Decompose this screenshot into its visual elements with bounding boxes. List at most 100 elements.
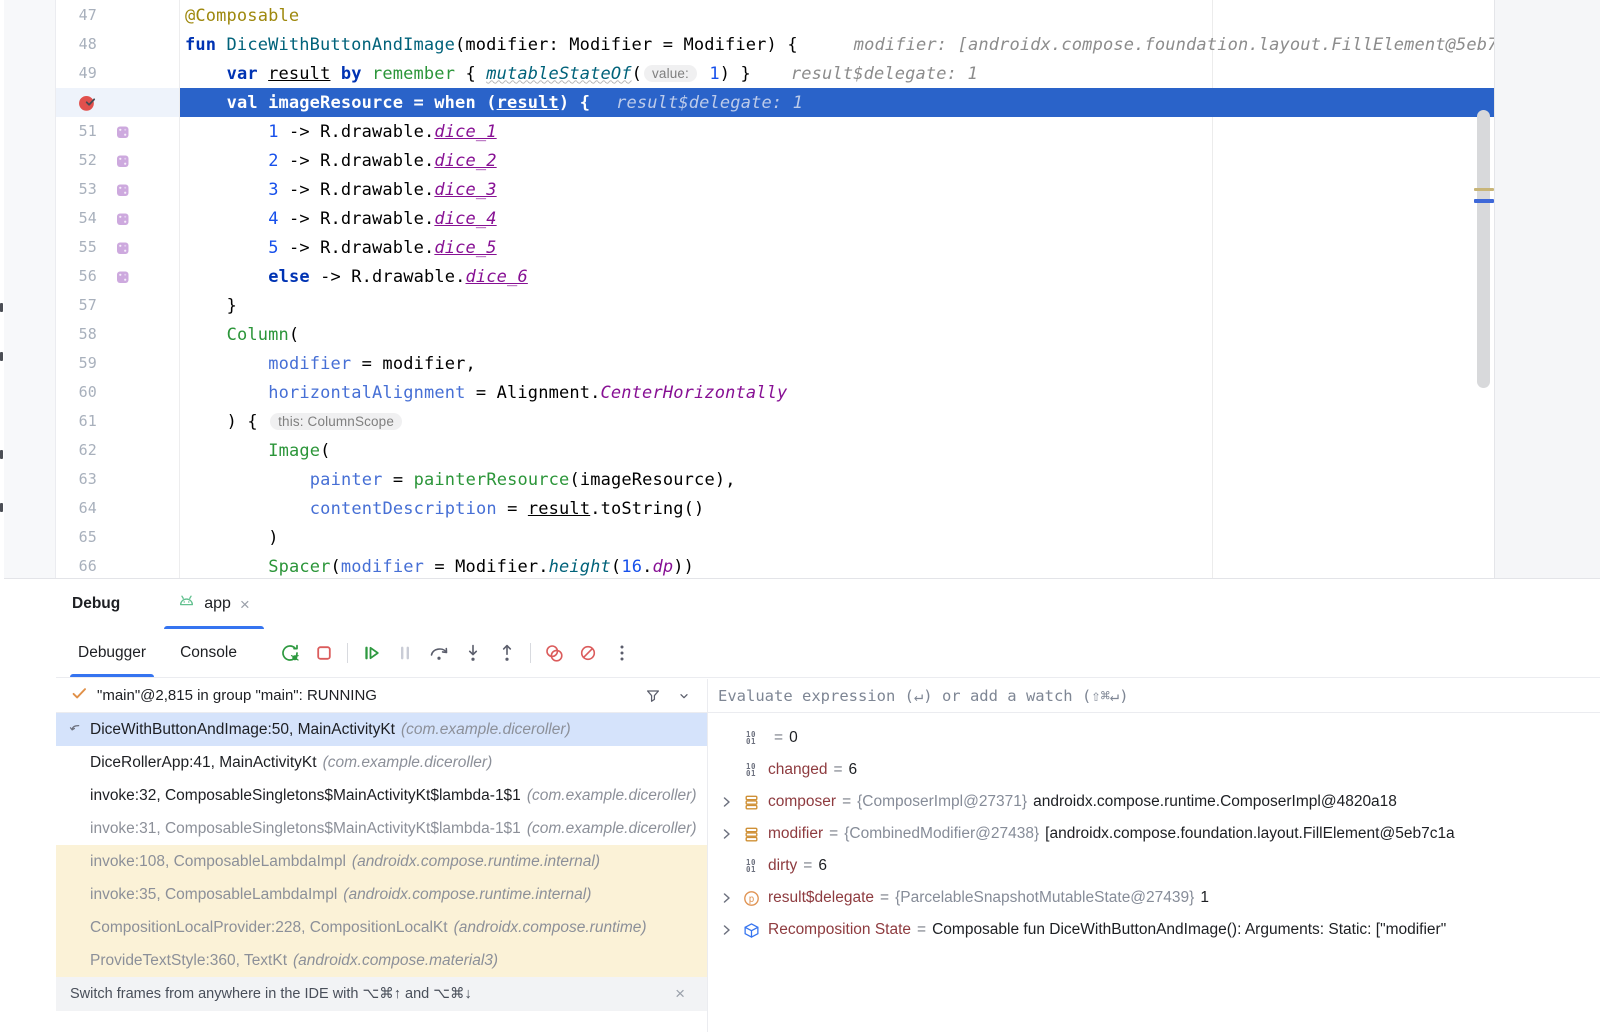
code-text[interactable]: Spacer(modifier = Modifier.height(16.dp)…: [180, 552, 1494, 578]
code-text[interactable]: var result by remember { mutableStateOf(…: [180, 59, 1494, 88]
stack-variable-icon: [742, 793, 760, 811]
code-text[interactable]: painter = painterResource(imageResource)…: [180, 465, 1494, 494]
code-token: -> R.drawable.: [279, 180, 435, 200]
code-token: Spacer: [268, 557, 330, 577]
stack-frame-row[interactable]: invoke:32, ComposableSingletons$MainActi…: [56, 779, 707, 812]
code-text[interactable]: contentDescription = result.toString(): [180, 494, 1494, 523]
tab-debugger[interactable]: Debugger: [70, 629, 154, 677]
session-tab-app[interactable]: app ×: [164, 579, 264, 629]
resume-button[interactable]: [358, 640, 384, 666]
variable-value: androidx.compose.runtime.ComposerImpl@48…: [1033, 793, 1397, 811]
code-token: (: [289, 325, 299, 345]
primitive-variable-icon: 1001: [742, 729, 760, 747]
frames-pane: "main"@2,815 in group "main": RUNNING Di…: [56, 679, 708, 1032]
chevron-down-icon[interactable]: [675, 687, 693, 705]
variable-row[interactable]: modifier={CombinedModifier@27438}[androi…: [708, 818, 1600, 850]
code-text[interactable]: fun DiceWithButtonAndImage(modifier: Mod…: [180, 30, 1494, 59]
expand-chevron-icon[interactable]: [718, 922, 734, 938]
code-text[interactable]: }: [180, 291, 1494, 320]
variable-row[interactable]: 1001changed=6: [708, 754, 1600, 786]
window-left-edge: [0, 0, 4, 1032]
variable-row[interactable]: composer={ComposerImpl@27371}androidx.co…: [708, 786, 1600, 818]
code-text[interactable]: 3 -> R.drawable.dice_3: [180, 175, 1494, 204]
equals-sign: =: [874, 889, 895, 907]
step-out-button[interactable]: [494, 640, 520, 666]
code-text[interactable]: @Composable: [180, 1, 1494, 30]
step-into-button[interactable]: [460, 640, 486, 666]
close-icon[interactable]: ×: [675, 984, 693, 1004]
frame-package: (androidx.compose.material3): [293, 952, 498, 970]
code-text[interactable]: Column(: [180, 320, 1494, 349]
line-number: 54: [56, 204, 97, 233]
code-text[interactable]: else -> R.drawable.dice_6: [180, 262, 1494, 291]
state-variable-icon: [742, 921, 760, 939]
code-editor[interactable]: 47@Composable48fun DiceWithButtonAndImag…: [56, 0, 1494, 578]
stop-button[interactable]: [311, 640, 337, 666]
banner-text: Switch frames from anywhere in the IDE w…: [70, 986, 472, 1002]
code-token: = modifier,: [351, 354, 476, 374]
code-text[interactable]: 1 -> R.drawable.dice_1: [180, 117, 1494, 146]
variable-row[interactable]: 1001=0: [708, 722, 1600, 754]
frame-package: (com.example.diceroller): [401, 721, 571, 739]
code-text[interactable]: 2 -> R.drawable.dice_2: [180, 146, 1494, 175]
mute-breakpoints-button[interactable]: [575, 640, 601, 666]
pause-button[interactable]: [392, 640, 418, 666]
dice-drawable-icon[interactable]: [115, 211, 131, 227]
step-over-button[interactable]: [426, 640, 452, 666]
expand-chevron-icon[interactable]: [718, 890, 734, 906]
code-token: result: [497, 93, 559, 113]
debug-window-title: Debug: [72, 595, 120, 613]
expand-chevron-icon[interactable]: [718, 826, 734, 842]
variable-ref: {CombinedModifier@27438}: [844, 825, 1039, 843]
stack-frame-row[interactable]: DiceWithButtonAndImage:50, MainActivityK…: [56, 713, 707, 746]
stack-frame-row[interactable]: invoke:108, ComposableLambdaImpl(android…: [56, 845, 707, 878]
line-number: 61: [56, 407, 97, 436]
dice-drawable-icon[interactable]: [115, 153, 131, 169]
thread-selector[interactable]: "main"@2,815 in group "main": RUNNING: [56, 679, 707, 713]
scrollbar-warning-mark[interactable]: [1474, 188, 1494, 191]
step-over-icon: [427, 641, 451, 665]
code-text[interactable]: 5 -> R.drawable.dice_5: [180, 233, 1494, 262]
close-icon[interactable]: ×: [238, 596, 252, 613]
code-lines: 47@Composable48fun DiceWithButtonAndImag…: [56, 1, 1494, 578]
dice-drawable-icon[interactable]: [115, 269, 131, 285]
code-text[interactable]: val imageResource = when (result) {resul…: [180, 88, 1494, 117]
code-text[interactable]: horizontalAlignment = Alignment.CenterHo…: [180, 378, 1494, 407]
scrollbar-caret-mark[interactable]: [1474, 199, 1494, 203]
editor-scrollbar[interactable]: [1477, 110, 1490, 388]
code-text[interactable]: ): [180, 523, 1494, 552]
breakpoint-icon[interactable]: [78, 93, 97, 112]
variable-row[interactable]: presult$delegate={ParcelableSnapshotMuta…: [708, 882, 1600, 914]
stack-frame-row[interactable]: CompositionLocalProvider:228, Compositio…: [56, 911, 707, 944]
expand-chevron-icon[interactable]: [718, 794, 734, 810]
stack-frame-row[interactable]: DiceRollerApp:41, MainActivityKt(com.exa…: [56, 746, 707, 779]
variable-row[interactable]: Recomposition State=Composable fun DiceW…: [708, 914, 1600, 946]
code-token: .: [642, 557, 652, 577]
code-text[interactable]: Image(: [180, 436, 1494, 465]
equals-sign: =: [911, 921, 932, 939]
stack-frame-row[interactable]: ProvideTextStyle:360, TextKt(androidx.co…: [56, 944, 707, 977]
dice-drawable-icon[interactable]: [115, 124, 131, 140]
code-text[interactable]: modifier = modifier,: [180, 349, 1494, 378]
line-number: 65: [56, 523, 97, 552]
tab-console[interactable]: Console: [172, 629, 245, 677]
evaluate-expression-input[interactable]: Evaluate expression (↵) or add a watch (…: [708, 679, 1600, 713]
view-breakpoints-button[interactable]: [541, 640, 567, 666]
stack-frame-row[interactable]: invoke:35, ComposableLambdaImpl(androidx…: [56, 878, 707, 911]
variable-row[interactable]: 1001dirty=6: [708, 850, 1600, 882]
more-button[interactable]: [609, 640, 635, 666]
line-number: 51: [56, 117, 97, 146]
dice-drawable-icon[interactable]: [115, 240, 131, 256]
code-text[interactable]: 4 -> R.drawable.dice_4: [180, 204, 1494, 233]
variable-name: changed: [768, 761, 827, 779]
code-token: ) {: [559, 93, 590, 113]
code-token: dice_1: [434, 122, 496, 142]
dice-drawable-icon[interactable]: [115, 182, 131, 198]
code-text[interactable]: ) { this: ColumnScope: [180, 407, 1494, 436]
stack-frame-row[interactable]: invoke:31, ComposableSingletons$MainActi…: [56, 812, 707, 845]
filter-icon[interactable]: [643, 686, 663, 706]
execution-pointer-icon: [67, 721, 84, 743]
primitive-variable-icon: 1001: [742, 857, 760, 875]
code-line-53: 533 -> R.drawable.dice_3: [56, 175, 1494, 204]
rerun-debug-button[interactable]: [277, 640, 303, 666]
